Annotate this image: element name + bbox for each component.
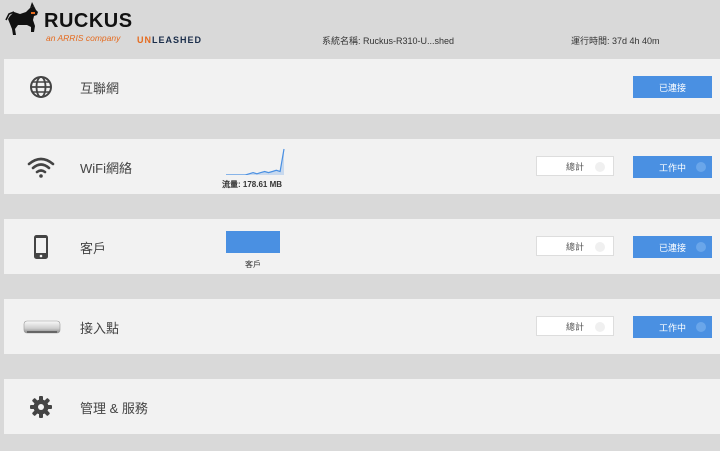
traffic-label: 流量: 178.61 MB: [222, 180, 283, 189]
ruckus-logo[interactable]: RUCKUS an ARRIS company: [4, 2, 132, 46]
panel-access-points[interactable]: 接入點 總計 工作中: [4, 299, 720, 354]
internet-status-label: 已連接: [658, 82, 686, 93]
clients-status-dot: [696, 242, 706, 252]
unleashed-brand: UNLEASHED: [137, 35, 202, 45]
panel-title-wifi: WiFi網絡: [80, 161, 132, 176]
wifi-total-label: 總計: [565, 161, 584, 172]
panel-clients[interactable]: 客戶 客戶 總計 已連接: [4, 219, 720, 274]
gear-icon: [26, 393, 56, 421]
panel-title-clients: 客戶: [80, 241, 107, 256]
aps-status-dot: [696, 322, 706, 332]
sparkline-line: [226, 148, 285, 175]
aps-total-label: 總計: [565, 321, 584, 332]
logo-tagline: an ARRIS company: [46, 33, 121, 43]
aps-status-button[interactable]: 工作中: [633, 316, 712, 338]
wifi-icon: [26, 153, 56, 181]
panel-wifi[interactable]: WiFi網絡 流量: 178.61 MB 總計 工作中: [4, 139, 720, 194]
aps-total-button[interactable]: 總計: [536, 316, 614, 336]
panel-internet[interactable]: 互聯網 已連接: [4, 59, 720, 114]
clients-total-dot: [595, 242, 605, 252]
aps-status-label: 工作中: [658, 322, 686, 333]
clients-status-label: 已連接: [658, 242, 686, 253]
clients-bar-label: 客戶: [245, 260, 261, 269]
logo-wordmark: RUCKUS: [44, 10, 133, 32]
clients-total-button[interactable]: 總計: [536, 236, 614, 256]
aps-total-dot: [595, 322, 605, 332]
clients-status-button[interactable]: 已連接: [633, 236, 712, 258]
access-point-icon: [22, 313, 62, 341]
panel-title-access-points: 接入點: [80, 321, 120, 336]
system-name: 系統名稱: Ruckus-R310-U...shed: [322, 36, 455, 46]
clients-bar: [226, 231, 280, 253]
panel-title-internet: 互聯網: [80, 81, 120, 96]
globe-icon: [26, 73, 56, 101]
brand-leashed: LEASHED: [152, 35, 203, 45]
phone-icon: [26, 233, 56, 261]
traffic-sparkline: [226, 148, 285, 175]
uptime: 運行時間: 37d 4h 40m: [571, 36, 660, 46]
header: RUCKUS an ARRIS company UNLEASHED 系統名稱: …: [0, 0, 720, 58]
dog-icon: [5, 2, 38, 35]
wifi-status-button[interactable]: 工作中: [633, 156, 712, 178]
clients-total-label: 總計: [565, 241, 584, 252]
panel-title-admin-services: 管理 & 服務: [80, 401, 148, 416]
brand-un: UN: [137, 35, 152, 45]
panel-admin-services[interactable]: 管理 & 服務: [4, 379, 720, 434]
wifi-total-button[interactable]: 總計: [536, 156, 614, 176]
wifi-status-dot: [696, 162, 706, 172]
wifi-total-dot: [595, 162, 605, 172]
internet-status-button[interactable]: 已連接: [633, 76, 712, 98]
wifi-status-label: 工作中: [658, 162, 686, 173]
